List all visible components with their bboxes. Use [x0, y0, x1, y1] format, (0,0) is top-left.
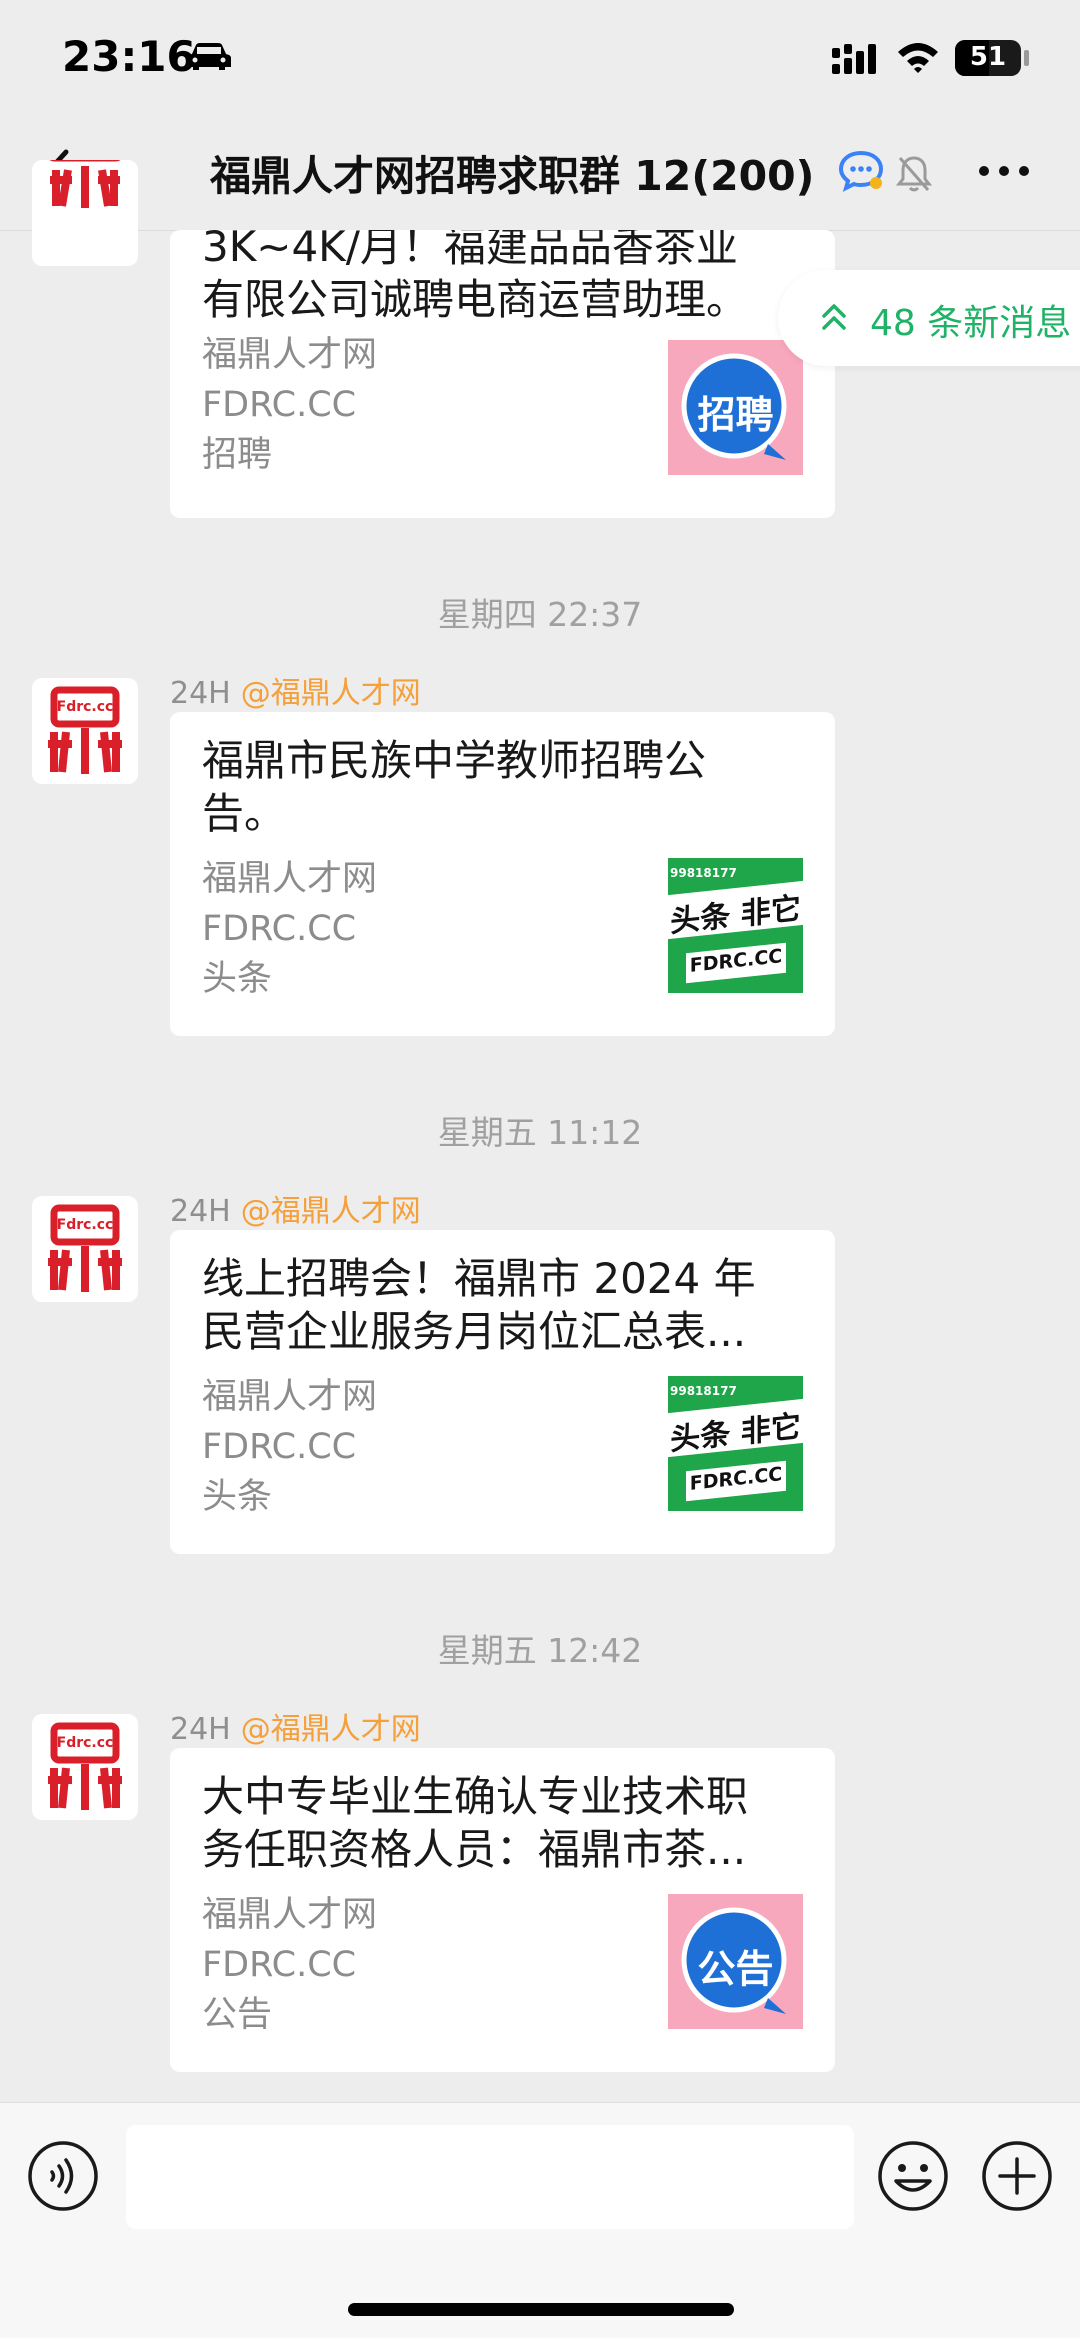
- chat-title: 福鼎人才网招聘求职群 12(200): [210, 152, 815, 200]
- card-title-line: 3K~4K/月！福建品品香茶业: [202, 230, 738, 271]
- card-category: 头条: [202, 959, 273, 999]
- card-title-line: 告。: [202, 789, 287, 838]
- timestamp: 星期五 12:42: [437, 1631, 643, 1670]
- card-title-line: 线上招聘会！福鼎市 2024 年: [202, 1254, 756, 1303]
- home-indicator: [348, 2303, 734, 2316]
- message-card[interactable]: 线上招聘会！福鼎市 2024 年 民营企业服务月岗位汇总表... 福鼎人才网 F…: [170, 1230, 835, 1554]
- avatar-logo-text: Fdrc.cc: [56, 699, 114, 715]
- card-title-line: 有限公司诚聘电商运营助理。: [202, 275, 749, 324]
- battery-level: 51: [969, 42, 1007, 72]
- card-thumbnail: 招聘: [668, 340, 803, 475]
- new-messages-label: 48 条新消息: [870, 303, 1072, 344]
- card-source: 福鼎人才网: [202, 335, 378, 375]
- signal-icon: [832, 44, 876, 74]
- sender-line: 24H @福鼎人才网: [170, 1704, 421, 1748]
- sender-tag: 24H: [170, 1194, 231, 1229]
- plus-icon[interactable]: [980, 2139, 1054, 2213]
- status-bar: 23:16 51: [0, 0, 1080, 118]
- group-chat-icon: [838, 150, 884, 192]
- car-icon: [187, 43, 231, 70]
- card-domain: FDRC.CC: [202, 909, 357, 949]
- card-domain: FDRC.CC: [202, 385, 357, 425]
- timestamp: 星期四 22:37: [437, 595, 643, 634]
- avatar-logo-text: Fdrc.cc: [56, 1735, 114, 1751]
- double-chevron-up-icon: [822, 304, 846, 330]
- card-title-line: 民营企业服务月岗位汇总表...: [202, 1307, 747, 1356]
- sender-mention[interactable]: @福鼎人才网: [241, 1712, 421, 1747]
- status-time: 23:16: [62, 32, 196, 81]
- card-thumbnail: 99818177 头条 非它 FDRC.CC: [668, 1376, 803, 1511]
- card-thumbnail: 公告: [668, 1894, 803, 2029]
- chat-nav-bar: 福鼎人才网招聘求职群 12(200): [0, 118, 1080, 231]
- avatar-logo-text: Fdrc.cc: [56, 1217, 114, 1233]
- wifi-icon: [898, 43, 938, 73]
- sender-mention[interactable]: @福鼎人才网: [241, 676, 421, 711]
- sender-tag: 24H: [170, 1712, 231, 1747]
- sender-avatar[interactable]: [32, 160, 138, 266]
- battery-tip: [1024, 50, 1029, 66]
- card-domain: FDRC.CC: [202, 1945, 357, 1985]
- sender-tag: 24H: [170, 676, 231, 711]
- emoji-icon[interactable]: [876, 2139, 950, 2213]
- card-title-line: 大中专毕业生确认专业技术职: [202, 1772, 749, 1821]
- thumbnail-label: 招聘: [697, 393, 774, 437]
- voice-input-icon[interactable]: [26, 2139, 100, 2213]
- battery-indicator: 51: [955, 40, 1021, 76]
- sender-avatar[interactable]: Fdrc.cc: [32, 1714, 138, 1820]
- card-source: 福鼎人才网: [202, 859, 378, 899]
- thumbnail-headline: 头条 非它: [670, 891, 801, 940]
- thumbnail-headline: 头条 非它: [670, 1409, 801, 1458]
- message-card[interactable]: 大中专毕业生确认专业技术职 务任职资格人员：福鼎市茶... 福鼎人才网 FDRC…: [170, 1748, 835, 2072]
- card-thumbnail: 99818177 头条 非它 FDRC.CC: [668, 858, 803, 993]
- card-title-line: 福鼎市民族中学教师招聘公: [202, 736, 707, 785]
- chat-input-bar: [0, 2102, 1080, 2338]
- card-domain: FDRC.CC: [202, 1427, 357, 1467]
- message-input[interactable]: [126, 2125, 854, 2229]
- message-card[interactable]: 福鼎市民族中学教师招聘公 告。 福鼎人才网 FDRC.CC 头条 9981817…: [170, 712, 835, 1036]
- message-card[interactable]: 3K~4K/月！福建品品香茶业 有限公司诚聘电商运营助理。 福鼎人才网 FDRC…: [170, 230, 835, 518]
- card-category: 头条: [202, 1477, 273, 1517]
- more-icon[interactable]: [978, 164, 1030, 178]
- sender-line: 24H @福鼎人才网: [170, 668, 421, 712]
- new-messages-button[interactable]: 48 条新消息: [778, 270, 1080, 366]
- card-category: 招聘: [202, 435, 273, 475]
- thumbnail-label: 公告: [697, 1947, 774, 1991]
- timestamp: 星期五 11:12: [437, 1113, 643, 1152]
- sender-avatar[interactable]: Fdrc.cc: [32, 1196, 138, 1302]
- card-category: 公告: [202, 1995, 273, 2035]
- card-source: 福鼎人才网: [202, 1377, 378, 1417]
- sender-avatar[interactable]: Fdrc.cc: [32, 678, 138, 784]
- card-source: 福鼎人才网: [202, 1895, 378, 1935]
- sender-line: 24H @福鼎人才网: [170, 1186, 421, 1230]
- mute-bell-icon: [896, 156, 932, 192]
- sender-mention[interactable]: @福鼎人才网: [241, 1194, 421, 1229]
- card-title-line: 务任职资格人员：福鼎市茶...: [202, 1825, 747, 1874]
